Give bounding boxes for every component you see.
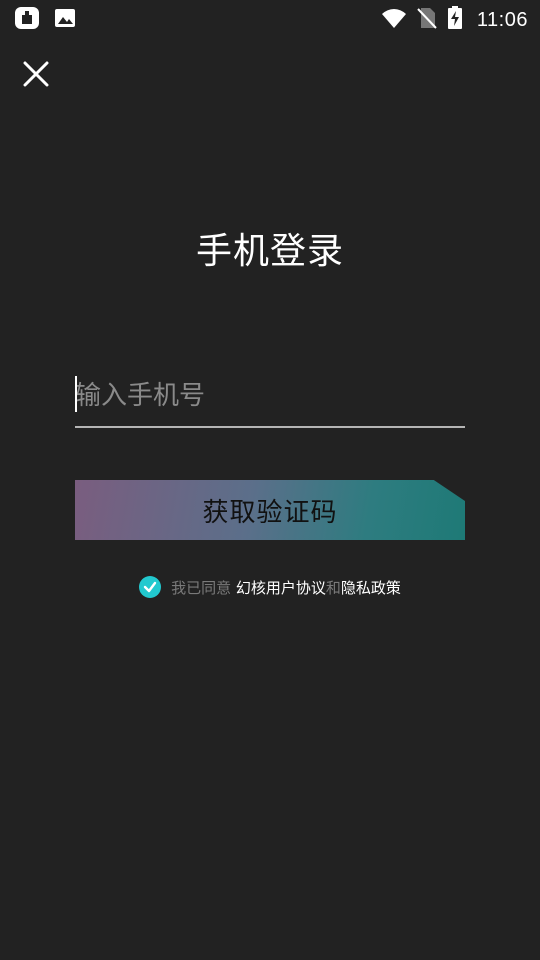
check-icon xyxy=(143,581,157,593)
wifi-icon xyxy=(381,7,407,33)
close-icon xyxy=(23,61,49,91)
agreement-and: 和 xyxy=(325,578,341,597)
status-time: 11:06 xyxy=(476,8,528,31)
status-left xyxy=(14,6,76,34)
no-sim-icon xyxy=(417,7,437,33)
agreement-row: 我已同意 幻核用户协议和隐私政策 xyxy=(0,576,540,598)
close-button[interactable] xyxy=(20,60,52,92)
image-icon xyxy=(54,7,76,33)
phone-input-container xyxy=(75,368,465,428)
login-screen: 11:06 手机登录 获取验证码 我已同意 幻核用户协议和隐私政策 xyxy=(0,0,540,960)
user-agreement-link[interactable]: 幻核用户协议 xyxy=(236,579,326,597)
agree-checkbox[interactable] xyxy=(139,576,162,598)
status-right: 11:06 xyxy=(381,6,528,34)
status-bar: 11:06 xyxy=(0,0,540,36)
page-title: 手机登录 xyxy=(195,231,344,272)
phone-number-input[interactable] xyxy=(75,368,465,424)
get-verification-code-button[interactable]: 获取验证码 xyxy=(75,480,465,540)
notification-app-icon xyxy=(14,6,40,34)
agreement-prefix: 我已同意 xyxy=(171,578,232,597)
privacy-policy-link[interactable]: 隐私政策 xyxy=(341,579,401,597)
battery-charging-icon xyxy=(447,6,463,34)
